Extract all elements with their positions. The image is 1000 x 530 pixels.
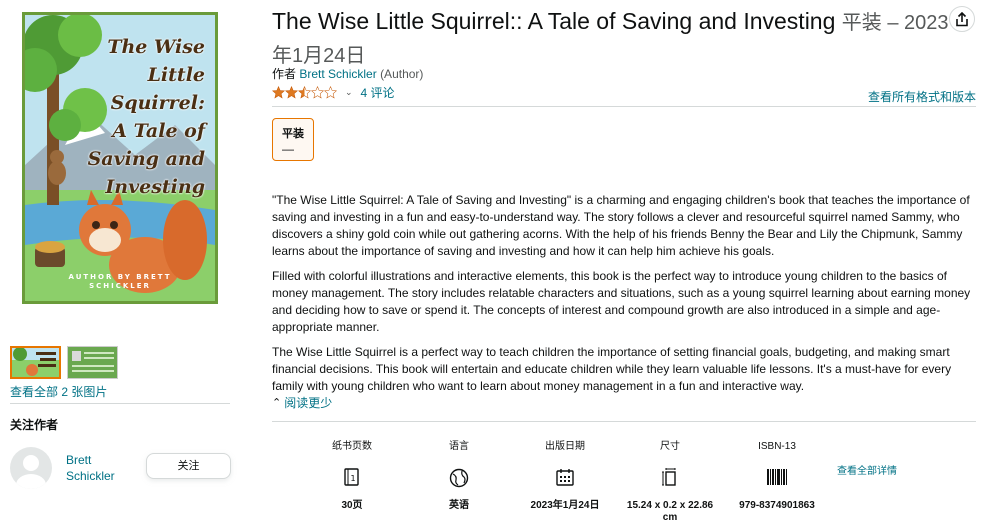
globe-icon [449, 468, 469, 488]
star-empty-icon [324, 86, 337, 99]
detail-label: 纸书页数 [332, 441, 372, 452]
svg-text:1: 1 [350, 474, 355, 483]
book-cover-image[interactable]: The Wise Little Squirrel: A Tale of Savi… [22, 12, 218, 304]
byline-prefix: 作者 [272, 67, 297, 81]
all-formats-link[interactable]: 查看所有格式和版本 [868, 88, 976, 105]
author-avatar[interactable] [10, 447, 52, 489]
read-less-label: 阅读更少 [284, 396, 333, 410]
chevron-down-icon[interactable]: ⌄ [345, 87, 353, 98]
detail-print-length: 纸书页数 1 30页 [312, 440, 392, 512]
detail-label: 出版日期 [545, 441, 585, 452]
share-icon [956, 11, 968, 26]
star-full-icon [285, 86, 298, 99]
thumbnail-cover[interactable] [10, 346, 61, 379]
follow-button[interactable]: 关注 [146, 453, 231, 479]
detail-value: 英语 [449, 500, 469, 511]
detail-label: 尺寸 [660, 441, 680, 452]
follow-author-heading: 关注作者 [10, 418, 59, 432]
divider [10, 403, 230, 404]
product-title-text: The Wise Little Squirrel:: A Tale of Sav… [272, 8, 836, 34]
divider [272, 421, 976, 422]
star-rating[interactable] [272, 86, 337, 99]
cover-title-text: The Wise Little Squirrel: A Tale of Savi… [87, 36, 205, 198]
thumbnail-back[interactable] [67, 346, 118, 379]
share-button[interactable] [949, 6, 975, 32]
detail-language: 语言 英语 [419, 440, 499, 512]
detail-dimensions: 尺寸 15.24 x 0.2 x 22.86 cm [620, 440, 720, 524]
detail-value: 979-8374901863 [739, 500, 815, 511]
book-description: "The Wise Little Squirrel: A Tale of Sav… [272, 192, 978, 403]
description-paragraph: The Wise Little Squirrel is a perfect wa… [272, 345, 952, 393]
ratings-summary: ⌄ 4 评论 [272, 84, 395, 101]
book-pages-icon: 1 [344, 468, 359, 486]
format-price: — [282, 142, 294, 156]
description-paragraph: "The Wise Little Squirrel: A Tale of Sav… [272, 193, 970, 258]
detail-publication-date: 出版日期 2023年1月24日 [520, 440, 610, 512]
star-full-icon [272, 86, 285, 99]
read-less-link[interactable]: ⌃ 阅读更少 [272, 394, 332, 411]
author-name-link[interactable]: Brett Schickler [66, 452, 136, 484]
author-role: (Author) [380, 67, 424, 81]
detail-value: 15.24 x 0.2 x 22.86 cm [626, 500, 714, 523]
format-name: 平装 [282, 128, 304, 140]
byline: 作者 Brett Schickler (Author) [272, 65, 423, 82]
chevron-up-icon: ⌃ [272, 397, 282, 409]
detail-label: ISBN-13 [758, 441, 796, 452]
detail-label: 语言 [449, 441, 469, 452]
format-option-paperback[interactable]: 平装 — [272, 118, 314, 161]
see-all-images-link[interactable]: 查看全部 2 张图片 [10, 383, 107, 400]
detail-value: 2023年1月24日 [530, 500, 600, 511]
star-empty-icon [311, 86, 324, 99]
cover-author-text: AUTHOR BY BRETT SCHICKLER [68, 273, 172, 290]
product-title: The Wise Little Squirrel:: A Tale of Sav… [272, 6, 952, 72]
barcode-icon [767, 469, 787, 485]
detail-isbn13: ISBN-13 979-8374901863 [727, 440, 827, 512]
description-paragraph: Filled with colorful illustrations and i… [272, 269, 971, 334]
divider [272, 106, 976, 107]
reviews-count-link[interactable]: 4 评论 [361, 84, 395, 101]
see-all-details-link[interactable]: 查看全部详情 [832, 465, 902, 478]
detail-value: 30页 [341, 500, 363, 511]
dimensions-icon [662, 468, 676, 486]
product-details-carousel: 纸书页数 1 30页 语言 英语 出版日期 2023年1月24日 尺寸 15.2… [272, 440, 982, 524]
star-half-icon [298, 86, 311, 99]
author-link[interactable]: Brett Schickler [299, 67, 376, 81]
calendar-icon [556, 469, 574, 486]
image-thumbnails [10, 346, 118, 379]
